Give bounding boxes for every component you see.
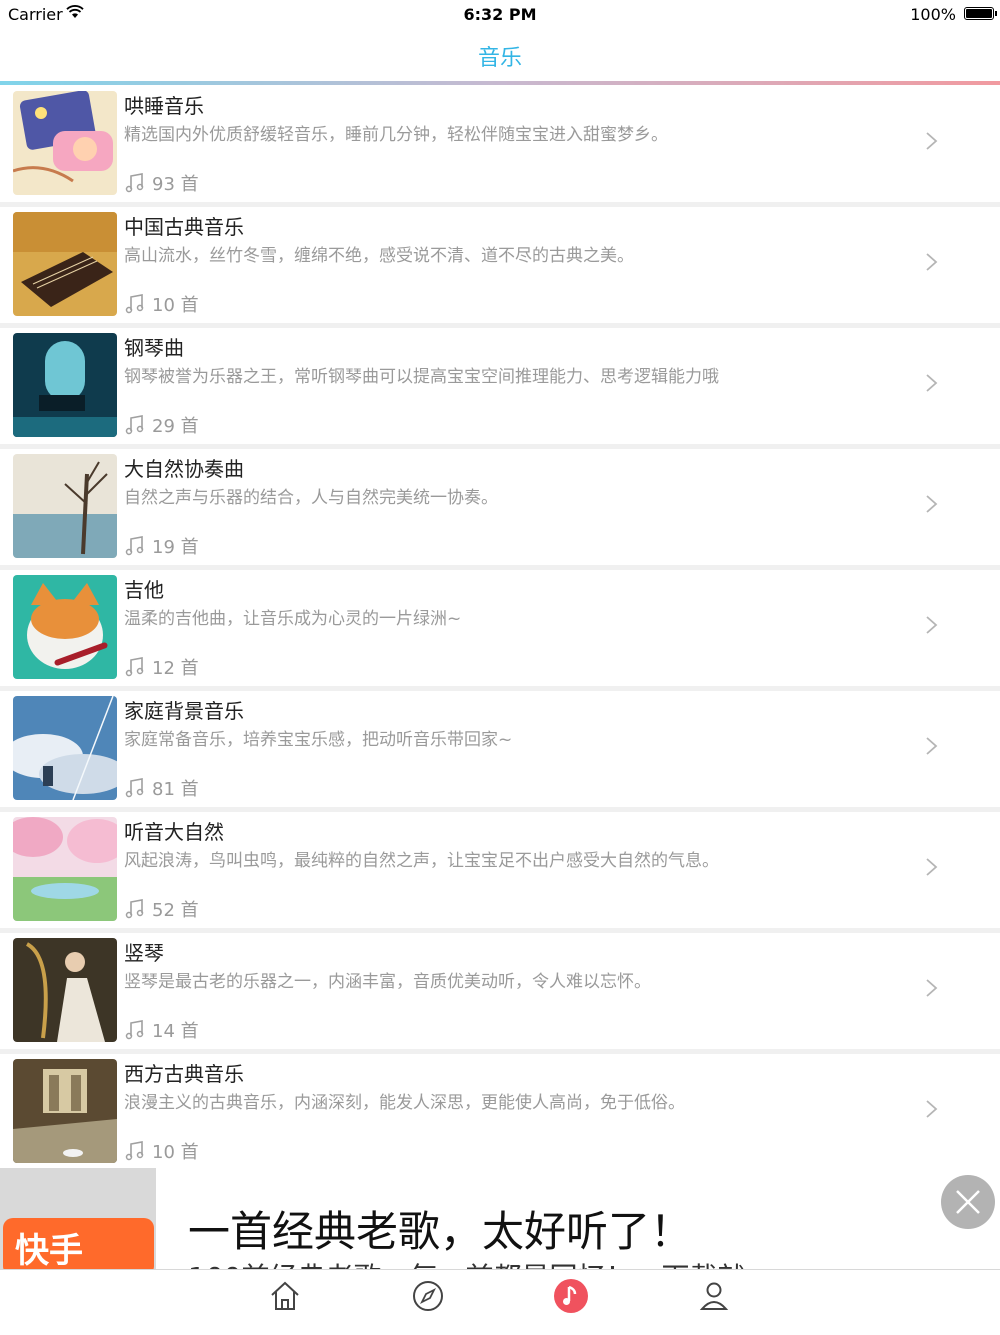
track-count: 81 首 [124, 775, 199, 801]
list-item[interactable]: 听音大自然 风起浪涛，鸟叫虫鸣，最纯粹的自然之声，让宝宝足不出户感受大自然的气息… [0, 812, 1000, 933]
person-icon [699, 1282, 729, 1310]
battery-percent: 100% [910, 5, 956, 24]
chevron-right-icon [926, 858, 938, 876]
list-item[interactable]: 竖琴 竖琴是最古老的乐器之一，内涵丰富，音质优美动听，令人难以忘怀。 14 首 [0, 933, 1000, 1054]
ad-brand-name: 快手 [15, 1230, 83, 1270]
category-thumbnail [13, 1059, 117, 1163]
category-title: 西方古典音乐 [124, 1062, 244, 1086]
category-description: 风起浪涛，鸟叫虫鸣，最纯粹的自然之声，让宝宝足不出户感受大自然的气息。 [124, 851, 719, 871]
track-count: 10 首 [124, 1138, 199, 1164]
category-title: 吉他 [124, 578, 164, 602]
track-count: 19 首 [124, 533, 199, 559]
category-thumbnail [13, 817, 117, 921]
chevron-right-icon [926, 616, 938, 634]
list-item[interactable]: 吉他 温柔的吉他曲，让音乐成为心灵的一片绿洲~ 12 首 [0, 570, 1000, 691]
category-description: 高山流水，丝竹冬雪，缠绵不绝，感受说不清、道不尽的古典之美。 [124, 246, 634, 266]
category-description: 自然之声与乐器的结合，人与自然完美统一协奏。 [124, 488, 498, 508]
track-count: 14 首 [124, 1017, 199, 1043]
music-note-icon [125, 1141, 144, 1161]
track-count-label: 93 首 [152, 174, 199, 195]
ad-close-button[interactable] [941, 1175, 995, 1229]
ad-brand-logo: 快手 [3, 1218, 154, 1269]
chevron-right-icon [926, 253, 938, 271]
track-count: 52 首 [124, 896, 199, 922]
list-item[interactable]: 中国古典音乐 高山流水，丝竹冬雪，缠绵不绝，感受说不清、道不尽的古典之美。 10… [0, 207, 1000, 328]
music-note-icon [125, 294, 144, 314]
compass-icon [413, 1281, 443, 1311]
category-thumbnail [13, 454, 117, 558]
list-item[interactable]: 哄睡音乐 精选国内外优质舒缓轻音乐，睡前几分钟，轻松伴随宝宝进入甜蜜梦乡。 93… [0, 86, 1000, 207]
page-title: 音乐 [477, 46, 522, 71]
music-note-icon [125, 1020, 144, 1040]
track-count-label: 81 首 [152, 779, 199, 800]
track-count: 12 首 [124, 654, 199, 680]
tab-discover[interactable] [408, 1276, 448, 1316]
category-description: 钢琴被誉为乐器之王，常听钢琴曲可以提高宝宝空间推理能力、思考逻辑能力哦 [124, 367, 719, 387]
track-count-label: 12 首 [152, 658, 199, 679]
music-icon [554, 1279, 588, 1313]
music-note-icon [125, 173, 144, 193]
category-thumbnail [13, 696, 117, 800]
category-title: 家庭背景音乐 [124, 699, 244, 723]
track-count-label: 10 首 [152, 295, 199, 316]
music-category-list: 哄睡音乐 精选国内外优质舒缓轻音乐，睡前几分钟，轻松伴随宝宝进入甜蜜梦乡。 93… [0, 86, 1000, 1175]
list-item[interactable]: 西方古典音乐 浪漫主义的古典音乐，内涵深刻，能发人深思，更能使人高尚，免于低俗。… [0, 1054, 1000, 1175]
chevron-right-icon [926, 979, 938, 997]
music-note-icon [125, 415, 144, 435]
track-count-label: 14 首 [152, 1021, 199, 1042]
close-icon [956, 1190, 980, 1214]
battery-icon [964, 7, 997, 20]
list-item[interactable]: 家庭背景音乐 家庭常备音乐，培养宝宝乐感，把动听音乐带回家~ 81 首 [0, 691, 1000, 812]
chevron-right-icon [926, 374, 938, 392]
track-count-label: 10 首 [152, 1142, 199, 1163]
ad-subline: 100首经典老歌，每一首都是回忆！一下载就 [188, 1256, 745, 1269]
tab-music[interactable] [551, 1276, 591, 1316]
category-title: 钢琴曲 [124, 336, 184, 360]
music-note-icon [125, 899, 144, 919]
list-item[interactable]: 大自然协奏曲 自然之声与乐器的结合，人与自然完美统一协奏。 19 首 [0, 449, 1000, 570]
category-thumbnail [13, 333, 117, 437]
music-note-icon [125, 536, 144, 556]
category-description: 家庭常备音乐，培养宝宝乐感，把动听音乐带回家~ [124, 730, 513, 750]
chevron-right-icon [926, 132, 938, 150]
tab-profile[interactable] [694, 1276, 734, 1316]
category-thumbnail [13, 575, 117, 679]
home-icon [271, 1281, 299, 1310]
music-note-icon [125, 657, 144, 677]
category-description: 精选国内外优质舒缓轻音乐，睡前几分钟，轻松伴随宝宝进入甜蜜梦乡。 [124, 125, 668, 145]
ad-banner[interactable]: 快手 一首经典老歌，太好听了！ 100首经典老歌，每一首都是回忆！一下载就 [0, 1168, 1000, 1269]
chevron-right-icon [926, 1100, 938, 1118]
status-bar: Carrier 6:32 PM 100% [0, 0, 1000, 28]
chevron-right-icon [926, 495, 938, 513]
nav-bar: 音乐 [0, 28, 1000, 82]
nav-divider [0, 81, 1000, 85]
track-count-label: 19 首 [152, 537, 199, 558]
track-count: 93 首 [124, 170, 199, 196]
category-description: 竖琴是最古老的乐器之一，内涵丰富，音质优美动听，令人难以忘怀。 [124, 972, 651, 992]
ad-headline: 一首经典老歌，太好听了！ [188, 1207, 693, 1256]
category-description: 浪漫主义的古典音乐，内涵深刻，能发人深思，更能使人高尚，免于低俗。 [124, 1093, 685, 1113]
music-note-icon [125, 778, 144, 798]
track-count: 29 首 [124, 412, 199, 438]
category-title: 中国古典音乐 [124, 215, 244, 239]
category-title: 听音大自然 [124, 820, 224, 844]
clock: 6:32 PM [463, 5, 537, 24]
ad-thumbnail: 快手 [0, 1168, 156, 1269]
tab-home[interactable] [265, 1276, 305, 1316]
tab-bar [0, 1269, 1000, 1335]
track-count-label: 29 首 [152, 416, 199, 437]
category-thumbnail [13, 91, 117, 195]
category-thumbnail [13, 938, 117, 1042]
chevron-right-icon [926, 737, 938, 755]
category-thumbnail [13, 212, 117, 316]
category-description: 温柔的吉他曲，让音乐成为心灵的一片绿洲~ [124, 609, 462, 629]
track-count-label: 52 首 [152, 900, 199, 921]
category-title: 大自然协奏曲 [124, 457, 244, 481]
category-title: 竖琴 [124, 941, 164, 965]
list-item[interactable]: 钢琴曲 钢琴被誉为乐器之王，常听钢琴曲可以提高宝宝空间推理能力、思考逻辑能力哦 … [0, 328, 1000, 449]
track-count: 10 首 [124, 291, 199, 317]
category-title: 哄睡音乐 [124, 94, 204, 118]
